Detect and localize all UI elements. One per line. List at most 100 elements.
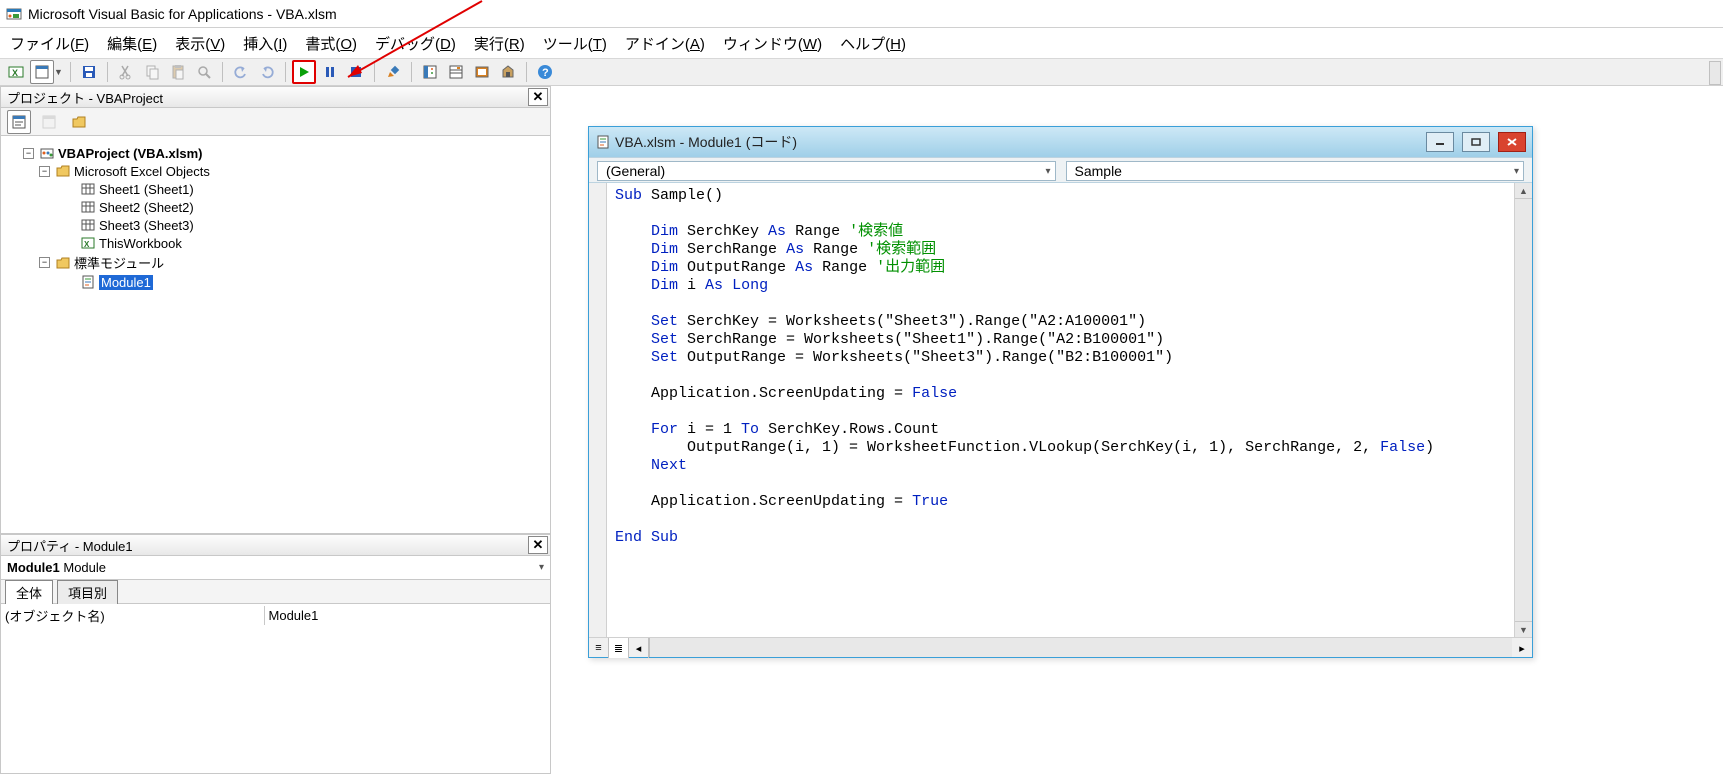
cut-button[interactable] bbox=[114, 60, 138, 84]
toggle-folders-button[interactable] bbox=[67, 110, 91, 134]
app-title: Microsoft Visual Basic for Applications … bbox=[28, 6, 337, 22]
properties-panel-close-button[interactable]: ✕ bbox=[528, 536, 548, 554]
property-name: (オブジェクト名) bbox=[1, 606, 265, 625]
code-window-title: VBA.xlsm - Module1 (コード) bbox=[615, 132, 1418, 152]
menu-item[interactable]: ウィンドウ(W) bbox=[723, 33, 822, 54]
tree-thisworkbook-label: ThisWorkbook bbox=[99, 236, 182, 251]
minimize-button[interactable] bbox=[1426, 132, 1454, 152]
maximize-button[interactable] bbox=[1462, 132, 1490, 152]
tree-excel-objects-label: Microsoft Excel Objects bbox=[74, 164, 210, 179]
menu-item[interactable]: ヘルプ(H) bbox=[840, 33, 906, 54]
properties-tab-categorized[interactable]: 項目別 bbox=[57, 580, 118, 604]
toolbar-separator bbox=[107, 62, 108, 82]
insert-userform-button[interactable] bbox=[30, 60, 54, 84]
menu-item[interactable]: ツール(T) bbox=[543, 33, 607, 54]
properties-object-selector[interactable]: Module1 Module ▾ bbox=[0, 556, 551, 580]
project-panel-title-bar: プロジェクト - VBAProject ✕ bbox=[0, 86, 551, 108]
toolbar-separator bbox=[285, 62, 286, 82]
menu-item[interactable]: 実行(R) bbox=[474, 33, 525, 54]
project-panel-close-button[interactable]: ✕ bbox=[528, 88, 548, 106]
tree-sheet[interactable]: Sheet3 (Sheet3) bbox=[63, 216, 546, 234]
tree-sheet[interactable]: Sheet1 (Sheet1) bbox=[63, 180, 546, 198]
horizontal-scrollbar[interactable] bbox=[649, 638, 1512, 657]
procedure-view-button[interactable]: ≡ bbox=[589, 638, 609, 658]
menu-item[interactable]: 編集(E) bbox=[107, 33, 157, 54]
scroll-left-icon[interactable]: ◂ bbox=[629, 638, 649, 658]
module-icon bbox=[595, 134, 611, 150]
scroll-right-icon[interactable]: ▸ bbox=[1512, 638, 1532, 658]
code-selectors: (General) ▾ Sample ▾ bbox=[589, 157, 1532, 183]
view-object-button[interactable] bbox=[37, 110, 61, 134]
vertical-scrollbar[interactable]: ▲ ▼ bbox=[1514, 183, 1532, 637]
close-button[interactable] bbox=[1498, 132, 1526, 152]
tree-sheet-label: Sheet3 (Sheet3) bbox=[99, 218, 194, 233]
save-button[interactable] bbox=[77, 60, 101, 84]
tree-root[interactable]: − VBAProject (VBA.xlsm) bbox=[23, 144, 546, 162]
menu-item[interactable]: アドイン(A) bbox=[625, 33, 705, 54]
project-icon bbox=[39, 145, 55, 161]
svg-text:?: ? bbox=[542, 67, 549, 79]
properties-window-button[interactable] bbox=[444, 60, 468, 84]
folder-icon bbox=[55, 255, 71, 271]
vba-app-icon bbox=[6, 6, 22, 22]
object-selector-value: (General) bbox=[606, 163, 665, 179]
tree-modules-folder[interactable]: − 標準モジュール bbox=[39, 252, 546, 273]
design-mode-button[interactable] bbox=[381, 60, 405, 84]
procedure-selector[interactable]: Sample ▾ bbox=[1066, 161, 1525, 181]
tree-sheet-label: Sheet2 (Sheet2) bbox=[99, 200, 194, 215]
app-title-bar: Microsoft Visual Basic for Applications … bbox=[0, 0, 1723, 28]
help-button[interactable]: ? bbox=[533, 60, 557, 84]
collapse-icon[interactable]: − bbox=[23, 148, 34, 159]
menu-item[interactable]: 書式(O) bbox=[305, 33, 357, 54]
insert-dropdown-icon[interactable]: ▼ bbox=[54, 67, 64, 77]
properties-panel-title-bar: プロパティ - Module1 ✕ bbox=[0, 534, 551, 556]
tree-thisworkbook[interactable]: X ThisWorkbook bbox=[63, 234, 546, 252]
paste-button[interactable] bbox=[166, 60, 190, 84]
code-editor[interactable]: Sub Sample() Dim SerchKey As Range '検索値 … bbox=[607, 183, 1514, 637]
reset-button[interactable] bbox=[344, 60, 368, 84]
object-browser-button[interactable] bbox=[470, 60, 494, 84]
menu-item[interactable]: 挿入(I) bbox=[243, 33, 287, 54]
collapse-icon[interactable]: − bbox=[39, 166, 50, 177]
project-tree[interactable]: − VBAProject (VBA.xlsm) − Microsoft Exce… bbox=[0, 136, 551, 534]
chevron-down-icon: ▾ bbox=[539, 562, 544, 573]
properties-grid[interactable]: (オブジェクト名) Module1 bbox=[0, 604, 551, 774]
menu-item[interactable]: ファイル(F) bbox=[10, 33, 89, 54]
view-excel-button[interactable]: X bbox=[4, 60, 28, 84]
code-margin[interactable] bbox=[589, 183, 607, 637]
worksheet-icon bbox=[80, 181, 96, 197]
property-value[interactable]: Module1 bbox=[265, 608, 550, 623]
redo-button[interactable] bbox=[255, 60, 279, 84]
collapse-icon[interactable]: − bbox=[39, 257, 50, 268]
tree-modules-label: 標準モジュール bbox=[74, 253, 164, 272]
menu-bar: ファイル(F) 編集(E) 表示(V) 挿入(I) 書式(O) デバッグ(D) 実行(R) ツ… bbox=[0, 28, 1723, 58]
toolbar-grip[interactable] bbox=[1709, 61, 1721, 85]
find-button[interactable] bbox=[192, 60, 216, 84]
code-window-title-bar[interactable]: VBA.xlsm - Module1 (コード) bbox=[589, 127, 1532, 157]
menu-item[interactable]: 表示(V) bbox=[175, 33, 225, 54]
run-button[interactable] bbox=[292, 60, 316, 84]
undo-button[interactable] bbox=[229, 60, 253, 84]
properties-tab-all[interactable]: 全体 bbox=[5, 580, 53, 604]
menu-item[interactable]: デバッグ(D) bbox=[375, 33, 456, 54]
scroll-up-icon[interactable]: ▲ bbox=[1515, 183, 1532, 199]
tree-sheet[interactable]: Sheet2 (Sheet2) bbox=[63, 198, 546, 216]
scroll-down-icon[interactable]: ▼ bbox=[1515, 621, 1532, 637]
property-row[interactable]: (オブジェクト名) Module1 bbox=[1, 604, 550, 626]
tree-module1[interactable]: Module1 bbox=[63, 273, 546, 291]
toolbox-button[interactable] bbox=[496, 60, 520, 84]
break-button[interactable] bbox=[318, 60, 342, 84]
project-explorer-button[interactable] bbox=[418, 60, 442, 84]
module-icon bbox=[80, 274, 96, 290]
toolbar-separator bbox=[222, 62, 223, 82]
full-module-view-button[interactable]: ≣ bbox=[609, 638, 629, 658]
toolbar-separator bbox=[526, 62, 527, 82]
svg-text:X: X bbox=[12, 68, 18, 78]
tree-excel-objects[interactable]: − Microsoft Excel Objects bbox=[39, 162, 546, 180]
view-code-button[interactable] bbox=[7, 110, 31, 134]
folder-icon bbox=[55, 163, 71, 179]
copy-button[interactable] bbox=[140, 60, 164, 84]
object-selector[interactable]: (General) ▾ bbox=[597, 161, 1056, 181]
code-body: Sub Sample() Dim SerchKey As Range '検索値 … bbox=[589, 183, 1532, 637]
project-panel-title: プロジェクト - VBAProject bbox=[7, 88, 163, 107]
